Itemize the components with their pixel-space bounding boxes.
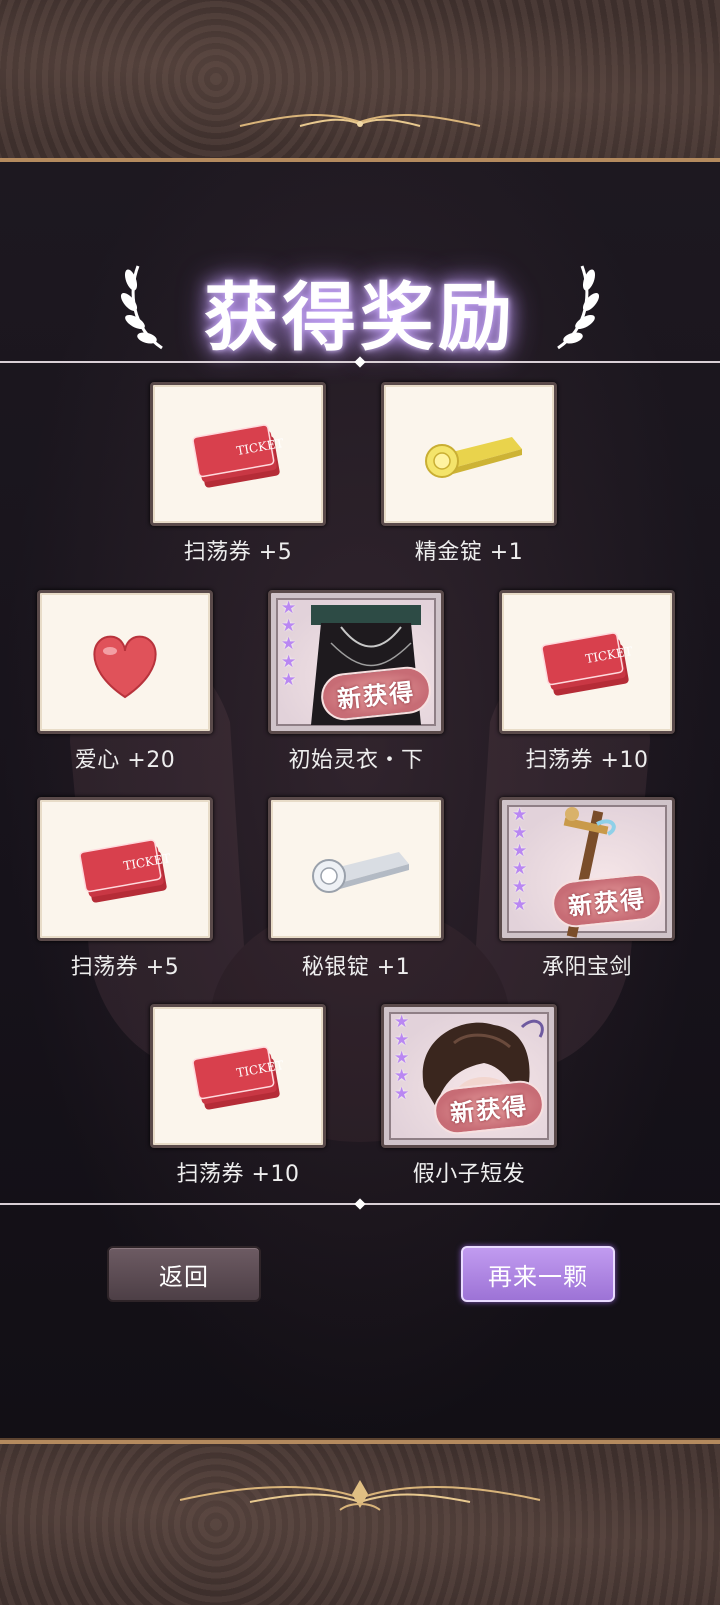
reward-item[interactable]: TICKET 扫荡券 +5: [37, 797, 213, 981]
reward-label: 假小子短发: [412, 1162, 526, 1187]
reward-card[interactable]: [268, 797, 444, 941]
reward-label: 精金锭 +1: [414, 540, 524, 565]
reward-card[interactable]: TICKET: [37, 797, 213, 941]
star-icon: ★: [394, 1030, 410, 1050]
star-icon: ★: [394, 1066, 410, 1086]
draw-again-button[interactable]: 再来一颗: [461, 1246, 615, 1302]
bottom-scroll-ornament: [179, 1480, 541, 1511]
reward-item[interactable]: 爱心 +20: [37, 590, 213, 774]
reward-item[interactable]: 精金锭 +1: [381, 382, 557, 566]
star-icon: ★: [281, 634, 297, 654]
top-scroll-ornament: [239, 113, 481, 127]
reward-label: 初始灵衣・下: [288, 748, 424, 773]
reward-card[interactable]: [37, 590, 213, 734]
reward-label: 扫荡券 +10: [525, 748, 649, 773]
reward-card[interactable]: TICKET: [150, 382, 326, 526]
reward-card[interactable]: ★ ★ ★ ★ ★ 新获得: [381, 1004, 557, 1148]
star-icon: ★: [512, 859, 528, 879]
star-icon: ★: [281, 670, 297, 690]
reward-item[interactable]: ★ ★ ★ ★ ★ 新获得 初始灵衣・下: [268, 590, 444, 774]
right-laurel-icon: [557, 265, 600, 350]
back-button[interactable]: 返回: [107, 1246, 261, 1302]
star-icon: ★: [512, 895, 528, 915]
reward-item[interactable]: ★ ★ ★ ★ ★ 新获得 假小子短发: [381, 1004, 557, 1188]
star-rating: ★ ★ ★ ★ ★ ★: [512, 806, 527, 914]
reward-label: 承阳宝剑: [541, 955, 632, 980]
star-icon: ★: [512, 877, 528, 897]
star-icon: ★: [281, 616, 297, 636]
reward-label: 扫荡券 +5: [183, 540, 293, 565]
ticket-icon: TICKET: [192, 1046, 285, 1110]
reward-card[interactable]: TICKET: [499, 590, 675, 734]
reward-card[interactable]: ★ ★ ★ ★ ★ 新获得: [268, 590, 444, 734]
reward-item[interactable]: ★ ★ ★ ★ ★ ★ 新获得 承阳宝剑: [499, 797, 675, 981]
ticket-icon: TICKET: [192, 424, 285, 488]
star-icon: ★: [281, 652, 297, 672]
reward-item[interactable]: 秘银锭 +1: [268, 797, 444, 981]
heart-icon: [93, 635, 157, 699]
star-icon: ★: [394, 1012, 410, 1032]
reward-card[interactable]: TICKET: [150, 1004, 326, 1148]
silver-ingot-icon: [312, 852, 409, 893]
reward-label: 爱心 +20: [74, 748, 176, 773]
ticket-icon: TICKET: [79, 839, 172, 903]
reward-label: 秘银锭 +1: [301, 955, 411, 980]
star-icon: ★: [512, 841, 528, 861]
gold-ingot-icon: [425, 437, 522, 478]
star-icon: ★: [512, 823, 528, 843]
star-icon: ★: [394, 1048, 410, 1068]
reward-item[interactable]: TICKET 扫荡券 +5: [150, 382, 326, 566]
top-ornate-band: [0, 0, 720, 162]
reward-label: 扫荡券 +5: [70, 955, 180, 980]
ticket-icon: TICKET: [541, 632, 634, 696]
bottom-ornate-band: [0, 1440, 720, 1605]
star-rating: ★ ★ ★ ★ ★: [394, 1013, 409, 1103]
reward-card[interactable]: [381, 382, 557, 526]
star-icon: ★: [281, 598, 297, 618]
star-icon: ★: [512, 805, 528, 825]
star-rating: ★ ★ ★ ★ ★: [281, 599, 296, 689]
reward-item[interactable]: TICKET 扫荡券 +10: [150, 1004, 326, 1188]
reward-label: 扫荡券 +10: [176, 1162, 300, 1187]
star-icon: ★: [394, 1084, 410, 1104]
reward-item[interactable]: TICKET 扫荡券 +10: [499, 590, 675, 774]
reward-card[interactable]: ★ ★ ★ ★ ★ ★ 新获得: [499, 797, 675, 941]
page-title: 获得奖励: [204, 275, 516, 361]
